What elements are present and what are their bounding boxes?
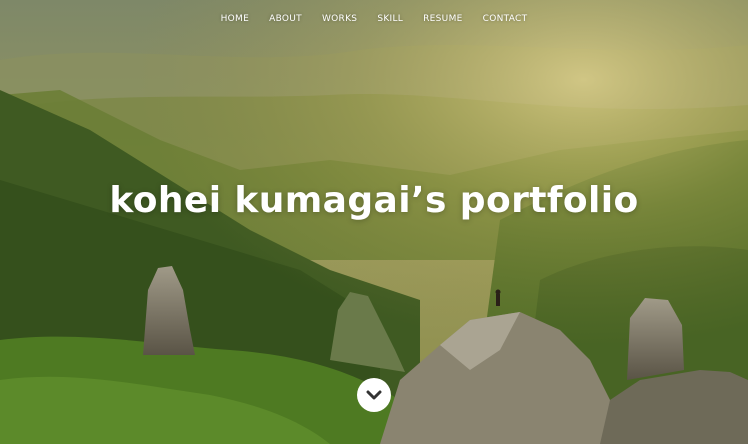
chevron-down-icon [366,390,382,400]
nav-item-skill[interactable]: SKILL [367,12,413,26]
scroll-down-button[interactable] [357,378,391,412]
nav-item-about[interactable]: ABOUT [259,12,312,26]
page-title: kohei kumagai’s portfolio [109,180,639,221]
nav-item-works[interactable]: WORKS [312,12,367,26]
top-navigation: HOME ABOUT WORKS SKILL RESUME CONTACT [0,12,748,26]
nav-item-contact[interactable]: CONTACT [473,12,538,26]
nav-item-home[interactable]: HOME [211,12,260,26]
hero-section: HOME ABOUT WORKS SKILL RESUME CONTACT ko… [0,0,748,444]
nav-item-resume[interactable]: RESUME [413,12,473,26]
